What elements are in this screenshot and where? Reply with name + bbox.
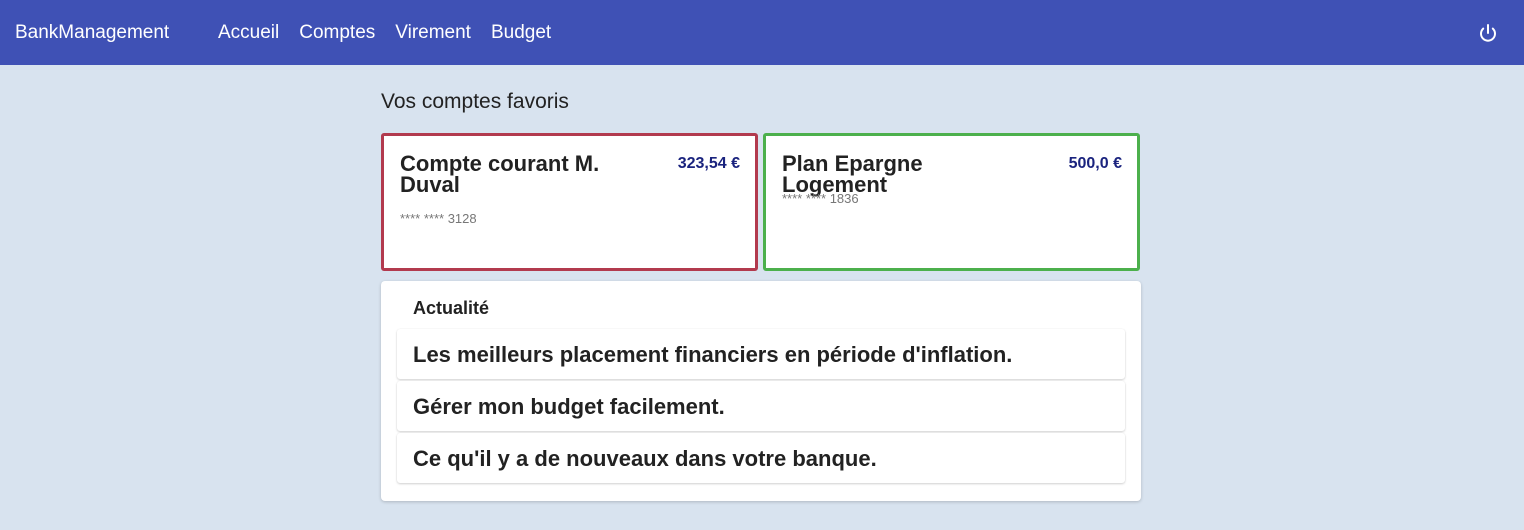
news-panel: Actualité Les meilleurs placement financ… xyxy=(381,281,1141,501)
account-balance: 500,0 € xyxy=(1068,155,1122,172)
news-item-label: Ce qu'il y a de nouveaux dans votre banq… xyxy=(413,446,877,471)
account-name: Compte courant M. Duval xyxy=(400,151,600,197)
account-number: **** **** 3128 xyxy=(400,211,477,226)
news-item-label: Les meilleurs placement financiers en pé… xyxy=(413,342,1013,367)
account-card-courant[interactable]: Compte courant M. Duval 323,54 € **** **… xyxy=(381,133,758,271)
account-card-pel[interactable]: Plan Epargne Logement 500,0 € **** **** … xyxy=(763,133,1140,271)
nav-comptes[interactable]: Comptes xyxy=(299,21,375,45)
nav-virement[interactable]: Virement xyxy=(395,21,471,45)
favorites-title: Vos comptes favoris xyxy=(381,90,569,113)
news-item[interactable]: Gérer mon budget facilement. xyxy=(397,381,1125,431)
account-number: **** **** 1836 xyxy=(782,191,859,206)
account-name: Plan Epargne Logement xyxy=(782,151,923,197)
news-title: Actualité xyxy=(413,298,490,318)
nav-budget[interactable]: Budget xyxy=(491,21,551,45)
news-item[interactable]: Les meilleurs placement financiers en pé… xyxy=(397,329,1125,379)
news-item-label: Gérer mon budget facilement. xyxy=(413,394,725,419)
account-balance: 323,54 € xyxy=(677,155,740,172)
news-item[interactable]: Ce qu'il y a de nouveaux dans votre banq… xyxy=(397,433,1125,483)
brand-title[interactable]: BankManagement xyxy=(15,21,169,45)
power-icon[interactable] xyxy=(1476,22,1500,46)
main-nav: Accueil Comptes Virement Budget xyxy=(218,21,571,45)
nav-accueil[interactable]: Accueil xyxy=(218,21,279,45)
top-app-bar: BankManagement Accueil Comptes Virement … xyxy=(0,0,1524,65)
